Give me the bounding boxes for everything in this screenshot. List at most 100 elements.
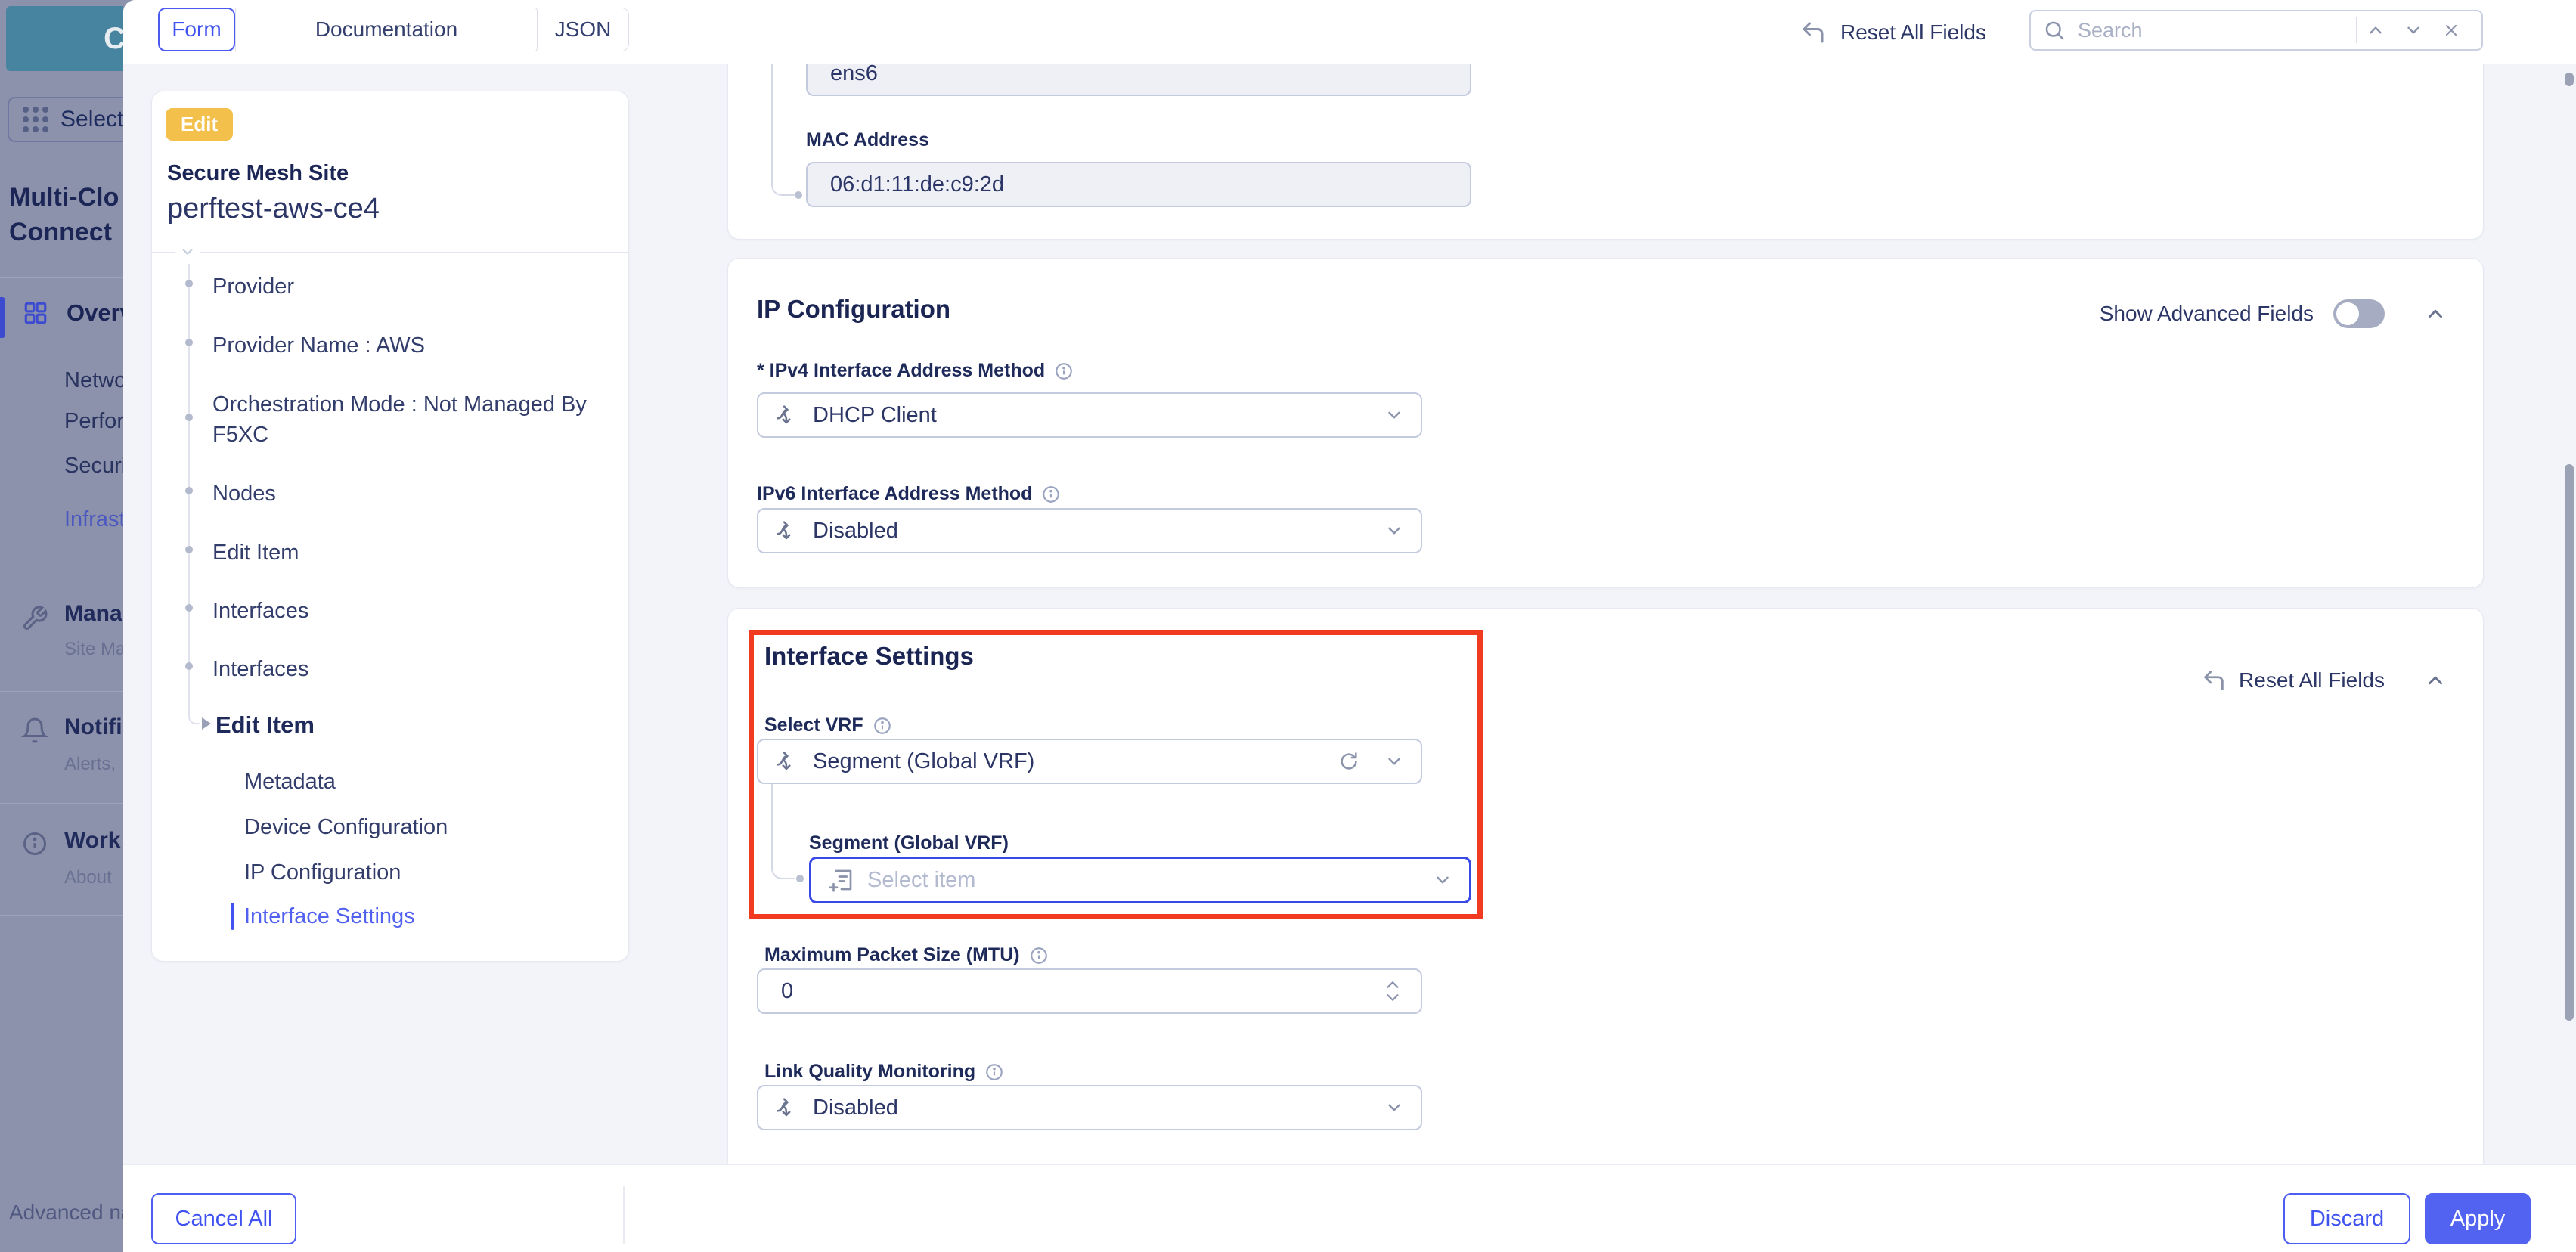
ip-configuration-card: IP Configuration Show Advanced Fields * … xyxy=(727,258,2484,588)
select-vrf-label: Select VRF xyxy=(764,714,892,736)
number-stepper[interactable] xyxy=(1384,979,1401,1003)
sidebar-item-notifications[interactable]: Notifi xyxy=(64,714,122,740)
tree-connector-dot xyxy=(795,191,802,199)
mac-address-value: 06:d1:11:de:c9:2d xyxy=(808,172,1004,197)
mtu-label: Maximum Packet Size (MTU) xyxy=(764,944,1049,966)
tree-trunk-elbow xyxy=(188,714,200,724)
ipv4-method-select[interactable]: DHCP Client xyxy=(757,392,1422,438)
edit-badge: Edit xyxy=(166,108,233,141)
tab-documentation[interactable]: Documentation xyxy=(235,8,538,51)
oneof-icon xyxy=(773,518,799,544)
active-indicator xyxy=(231,903,234,930)
undo-icon xyxy=(1799,19,1827,46)
discard-button[interactable]: Discard xyxy=(2283,1193,2410,1244)
tree-connector-dot xyxy=(796,875,804,882)
app-switcher-button[interactable]: Select xyxy=(8,97,123,142)
link-quality-value: Disabled xyxy=(813,1096,898,1120)
divider xyxy=(0,803,123,804)
active-nav-indicator xyxy=(0,297,5,338)
dashboard-icon xyxy=(23,300,48,326)
reset-all-fields-button[interactable]: Reset All Fields xyxy=(1799,0,1986,64)
tree-connector-elbow xyxy=(771,857,795,879)
collapse-section-icon[interactable] xyxy=(2424,302,2447,325)
chevron-down-icon xyxy=(1384,405,1404,425)
chevron-down-icon xyxy=(1384,752,1404,771)
apply-button[interactable]: Apply xyxy=(2425,1193,2531,1244)
section-title-interface-settings: Interface Settings xyxy=(764,642,974,671)
info-icon[interactable] xyxy=(984,1062,1004,1082)
arrow-right-icon xyxy=(202,717,211,730)
info-icon[interactable] xyxy=(1054,361,1074,381)
show-advanced-fields-label: Show Advanced Fields xyxy=(2100,302,2314,326)
search-box xyxy=(2029,10,2483,51)
search-icon xyxy=(2043,19,2066,42)
link-quality-label: Link Quality Monitoring xyxy=(764,1061,1004,1083)
segment-label: Segment (Global VRF) xyxy=(809,832,1009,854)
app-title: Multi-Clo Connect xyxy=(9,180,119,249)
interface-name-value: ens6 xyxy=(808,61,878,86)
search-input[interactable] xyxy=(2076,18,2347,43)
mtu-field[interactable]: 0 xyxy=(757,968,1422,1014)
editor-footer: Cancel All Discard Apply xyxy=(123,1164,2576,1252)
form-nav-tree: Edit Secure Mesh Site perftest-aws-ce4 P… xyxy=(151,91,629,962)
sidebar-item-network[interactable]: Netwo xyxy=(64,368,123,393)
divider xyxy=(0,277,123,278)
interface-settings-card: Interface Settings Reset All Fields Sele… xyxy=(727,608,2484,1174)
segment-select[interactable]: Select item xyxy=(809,857,1471,903)
search-prev-button[interactable] xyxy=(2357,11,2395,49)
editor-header: Form Documentation JSON Reset All Fields xyxy=(123,0,2576,64)
sidebar-item-overview[interactable]: Overv xyxy=(23,299,123,327)
brand-logo: C xyxy=(6,6,123,71)
sidebar-item-infrastructure[interactable]: Infrast xyxy=(64,507,123,532)
sidebar-item-manage-subtitle: Site Ma xyxy=(64,639,123,660)
scrollbar[interactable] xyxy=(2565,64,2574,1164)
toggle-knob xyxy=(2336,302,2359,325)
search-clear-button[interactable] xyxy=(2432,11,2470,49)
ipv4-method-value: DHCP Client xyxy=(813,403,937,428)
object-type: Secure Mesh Site xyxy=(167,161,349,186)
scrollbar-thumb[interactable] xyxy=(2565,464,2574,1021)
list-plus-icon xyxy=(828,866,855,894)
screen: C Select Multi-Clo Connect Overv Netwo P… xyxy=(0,0,2576,1252)
oneof-icon xyxy=(773,1095,799,1120)
cancel-all-button[interactable]: Cancel All xyxy=(151,1193,296,1244)
chevron-down-icon xyxy=(1384,521,1404,541)
sidebar-item-security[interactable]: Securi xyxy=(64,454,123,479)
reset-section-button[interactable]: Reset All Fields xyxy=(2201,648,2385,712)
editor-panel: ens6 MAC Address 06:d1:11:de:c9:2d IP Co… xyxy=(123,0,2576,1252)
advanced-nav-toggle[interactable]: Advanced nav xyxy=(9,1201,123,1225)
mac-address-field: 06:d1:11:de:c9:2d xyxy=(806,162,1471,207)
link-quality-select[interactable]: Disabled xyxy=(757,1085,1422,1130)
brand-logo-letter: C xyxy=(104,22,123,56)
collapse-section-icon[interactable] xyxy=(2424,669,2447,692)
app-sidebar-dimmed: C Select Multi-Clo Connect Overv Netwo P… xyxy=(0,0,123,1252)
sidebar-item-manage[interactable]: Mana xyxy=(64,601,122,627)
info-icon[interactable] xyxy=(1041,485,1061,504)
refresh-icon[interactable] xyxy=(1338,750,1360,773)
sidebar-item-performance[interactable]: Perfor xyxy=(64,409,123,434)
mac-address-label: MAC Address xyxy=(806,129,929,151)
select-vrf-select[interactable]: Segment (Global VRF) xyxy=(757,739,1422,784)
oneof-icon xyxy=(773,748,799,774)
show-advanced-fields-toggle[interactable] xyxy=(2333,299,2385,328)
ipv6-method-select[interactable]: Disabled xyxy=(757,508,1422,553)
chevron-down-icon xyxy=(175,243,200,261)
divider xyxy=(623,1186,625,1244)
oneof-icon xyxy=(773,402,799,428)
stepper-down-icon xyxy=(1384,993,1401,1003)
info-icon[interactable] xyxy=(1029,946,1049,965)
app-switcher-label: Select xyxy=(60,107,123,132)
segment-placeholder: Select item xyxy=(867,868,975,893)
section-title-ip-configuration: IP Configuration xyxy=(757,295,950,324)
divider xyxy=(0,915,123,916)
scrollbar-thumb-top[interactable] xyxy=(2565,73,2574,86)
info-icon[interactable] xyxy=(873,716,892,736)
divider xyxy=(152,252,628,253)
tab-json[interactable]: JSON xyxy=(538,8,629,51)
tab-form[interactable]: Form xyxy=(158,8,235,51)
sidebar-item-workspace[interactable]: Work xyxy=(64,828,120,854)
search-next-button[interactable] xyxy=(2395,11,2432,49)
card-header-controls: Reset All Fields xyxy=(2201,648,2447,712)
object-name: perftest-aws-ce4 xyxy=(167,193,380,225)
select-vrf-value: Segment (Global VRF) xyxy=(813,749,1034,774)
